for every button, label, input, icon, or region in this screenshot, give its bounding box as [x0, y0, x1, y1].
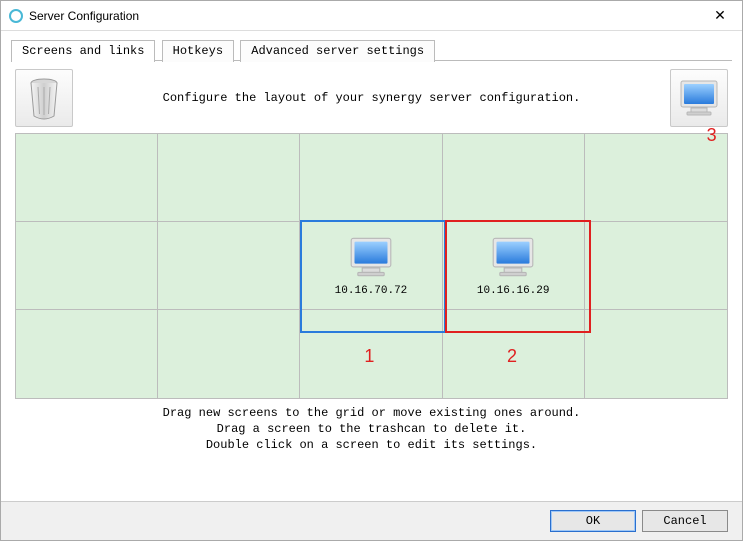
close-button[interactable]: ✕ — [698, 1, 742, 31]
trash-button[interactable] — [15, 69, 73, 127]
new-screen-source[interactable] — [670, 69, 728, 127]
titlebar: Server Configuration ✕ — [1, 1, 742, 31]
window-title: Server Configuration — [29, 9, 139, 23]
grid-cell[interactable] — [585, 222, 727, 310]
trash-icon — [24, 76, 64, 120]
monitor-icon — [346, 235, 396, 279]
grid-cell[interactable] — [158, 222, 300, 310]
top-row: Configure the layout of your synergy ser… — [15, 67, 728, 133]
grid-cell[interactable] — [585, 134, 727, 222]
tab-content-screens: Configure the layout of your synergy ser… — [1, 61, 742, 501]
monitor-icon — [677, 78, 721, 118]
grid-cell[interactable] — [300, 134, 442, 222]
tab-hotkeys[interactable]: Hotkeys — [162, 40, 234, 62]
monitor-icon — [488, 235, 538, 279]
grid-cell[interactable] — [443, 134, 585, 222]
grid-cell[interactable] — [585, 310, 727, 398]
grid-cell[interactable] — [16, 310, 158, 398]
description-text: Configure the layout of your synergy ser… — [81, 91, 662, 105]
hint-text: Drag new screens to the grid or move exi… — [15, 399, 728, 458]
hint-line: Double click on a screen to edit its set… — [15, 437, 728, 453]
app-icon — [9, 9, 23, 23]
hint-line: Drag new screens to the grid or move exi… — [15, 405, 728, 421]
grid-cell[interactable] — [158, 134, 300, 222]
screen-grid-wrap: 10.16.70.72 10.16.16.29 1 — [15, 133, 728, 399]
tab-advanced-server-settings[interactable]: Advanced server settings — [240, 40, 435, 62]
screen-label: 10.16.16.29 — [477, 285, 550, 297]
cancel-button[interactable]: Cancel — [642, 510, 728, 532]
grid-cell-screen[interactable]: 10.16.16.29 — [443, 222, 585, 310]
dialog-button-bar: OK Cancel — [1, 501, 742, 540]
ok-button[interactable]: OK — [550, 510, 636, 532]
grid-cell[interactable] — [16, 222, 158, 310]
grid-cell[interactable] — [158, 310, 300, 398]
grid-cell[interactable] — [443, 310, 585, 398]
screen-grid[interactable]: 10.16.70.72 10.16.16.29 — [15, 133, 728, 399]
screen-label: 10.16.70.72 — [335, 285, 408, 297]
grid-cell[interactable] — [300, 310, 442, 398]
grid-cell-screen[interactable]: 10.16.70.72 — [300, 222, 442, 310]
hint-line: Drag a screen to the trashcan to delete … — [15, 421, 728, 437]
tab-screens-and-links[interactable]: Screens and links — [11, 40, 155, 62]
grid-cell[interactable] — [16, 134, 158, 222]
tab-strip: Screens and links Hotkeys Advanced serve… — [1, 31, 742, 61]
